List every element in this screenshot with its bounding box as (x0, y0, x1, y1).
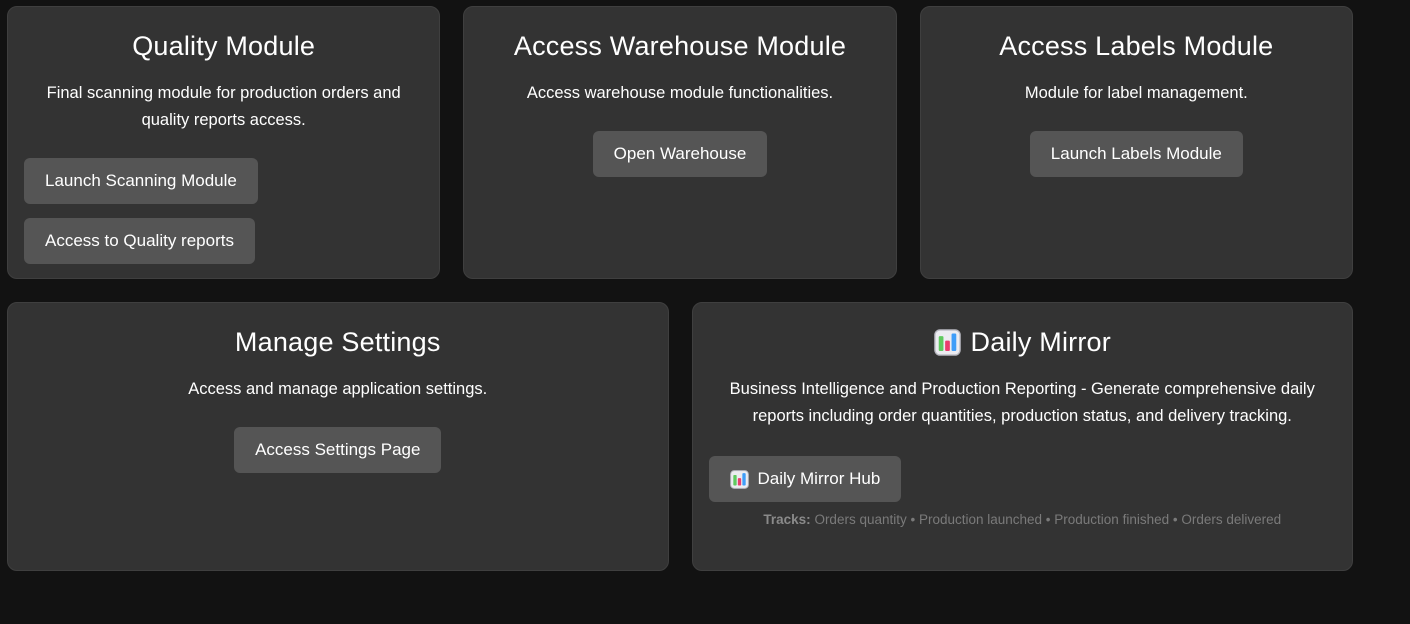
daily-mirror-hub-button[interactable]: Daily Mirror Hub (709, 456, 902, 502)
daily-mirror-description: Business Intelligence and Production Rep… (722, 376, 1322, 430)
launch-labels-module-button[interactable]: Launch Labels Module (1030, 131, 1243, 177)
manage-settings-title: Manage Settings (24, 327, 652, 358)
card-quality-module: Quality Module Final scanning module for… (7, 6, 440, 279)
manage-settings-description: Access and manage application settings. (24, 376, 652, 403)
modules-row-top: Quality Module Final scanning module for… (7, 6, 1353, 279)
daily-mirror-title-row: Daily Mirror (709, 327, 1337, 358)
warehouse-module-title: Access Warehouse Module (480, 31, 879, 62)
card-warehouse-module: Access Warehouse Module Access warehouse… (463, 6, 896, 279)
daily-mirror-button-wrap: Daily Mirror Hub (709, 456, 1337, 502)
warehouse-button-wrap: Open Warehouse (480, 131, 879, 177)
quality-module-title: Quality Module (24, 31, 423, 62)
bar-chart-icon (934, 329, 961, 356)
launch-scanning-module-button[interactable]: Launch Scanning Module (24, 158, 258, 204)
bar-chart-icon (730, 470, 749, 489)
settings-button-wrap: Access Settings Page (24, 427, 652, 473)
quality-module-buttons: Launch Scanning Module Access to Quality… (24, 158, 423, 264)
daily-mirror-tracks-line: Tracks: Orders quantity • Production lau… (709, 512, 1337, 527)
modules-row-bottom: Manage Settings Access and manage applic… (7, 302, 1353, 571)
card-labels-module: Access Labels Module Module for label ma… (920, 6, 1353, 279)
tracks-label: Tracks: (763, 512, 810, 527)
open-warehouse-button[interactable]: Open Warehouse (593, 131, 768, 177)
card-manage-settings: Manage Settings Access and manage applic… (7, 302, 669, 571)
daily-mirror-hub-button-label: Daily Mirror Hub (758, 469, 881, 489)
tracks-items: Orders quantity • Production launched • … (814, 512, 1281, 527)
labels-module-description: Module for label management. (937, 80, 1336, 107)
access-quality-reports-button[interactable]: Access to Quality reports (24, 218, 255, 264)
labels-module-title: Access Labels Module (937, 31, 1336, 62)
labels-button-wrap: Launch Labels Module (937, 131, 1336, 177)
card-daily-mirror: Daily Mirror Business Intelligence and P… (692, 302, 1354, 571)
modules-dashboard: Quality Module Final scanning module for… (7, 6, 1353, 571)
warehouse-module-description: Access warehouse module functionalities. (480, 80, 879, 107)
daily-mirror-title: Daily Mirror (971, 327, 1111, 358)
quality-module-description: Final scanning module for production ord… (24, 80, 423, 134)
access-settings-page-button[interactable]: Access Settings Page (234, 427, 441, 473)
